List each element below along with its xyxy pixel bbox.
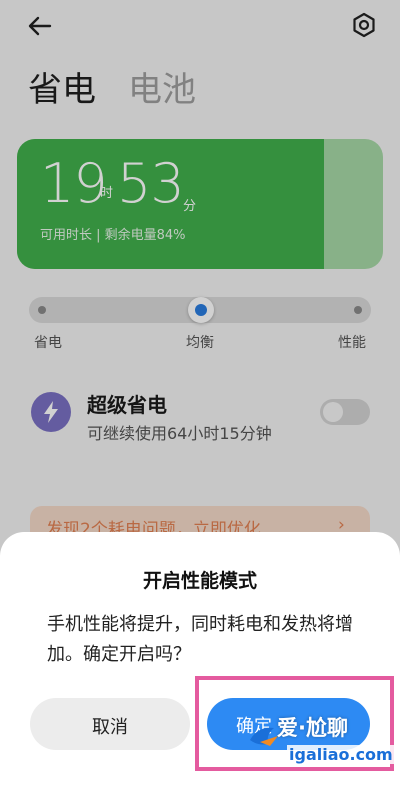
- cancel-button-label: 取消: [92, 717, 128, 738]
- watermark-text: 爱·尬聊: [277, 716, 348, 740]
- dialog-message: 手机性能将提升，同时耗电和发热将增加。确定开启吗？: [47, 614, 353, 665]
- dialog-title: 开启性能模式: [142, 570, 257, 592]
- watermark-url: igaliao.com: [287, 745, 395, 764]
